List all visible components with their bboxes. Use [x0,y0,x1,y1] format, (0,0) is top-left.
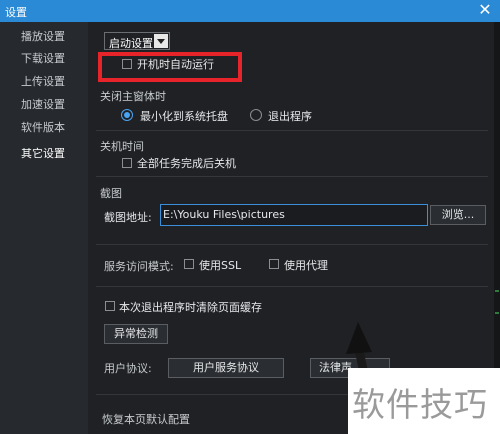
exit-radio[interactable] [250,109,262,121]
edge-marker [495,312,499,314]
sidebar-item-download[interactable]: 下载设置 [0,48,88,70]
clear-cache-label: 本次退出程序时清除页面缓存 [119,301,262,314]
screenshot-path-input[interactable]: E:\Youku Files\pictures [160,204,428,226]
shutdown-checkbox[interactable] [122,158,132,168]
sidebar-item-acceleration[interactable]: 加速设置 [0,94,88,116]
ssl-label: 使用SSL [199,259,242,272]
proxy-checkbox[interactable] [269,259,279,269]
sidebar: 播放设置 下载设置 上传设置 加速设置 软件版本 其它设置 [0,22,88,434]
proxy-label: 使用代理 [284,259,328,272]
highlight-box [98,52,242,82]
divider [96,286,488,287]
chevron-down-icon[interactable] [154,34,168,48]
divider [96,244,488,245]
browse-button[interactable]: 浏览... [430,205,486,225]
detect-button[interactable]: 异常检测 [104,324,168,344]
sidebar-item-playback[interactable]: 播放设置 [0,26,88,48]
agreement-label: 用户协议: [104,362,152,375]
watermark: 软件技巧 [348,368,500,434]
watermark-text: 软件技巧 [352,385,488,424]
sidebar-item-version[interactable]: 软件版本 [0,117,88,139]
ssl-checkbox[interactable] [184,259,194,269]
sidebar-item-upload[interactable]: 上传设置 [0,71,88,93]
minimize-label: 最小化到系统托盘 [140,110,228,123]
startup-dropdown[interactable]: 启动设置 [104,32,170,50]
service-mode-label: 服务访问模式: [104,260,174,273]
title-bar: 设置 ✕ [0,0,500,22]
startup-dropdown-value: 启动设置 [109,37,153,50]
window-title: 设置 [5,6,27,19]
shutdown-section-title: 关机时间 [100,140,144,153]
sidebar-item-other[interactable]: 其它设置 [0,143,88,165]
restore-defaults-link[interactable]: 恢复本页默认配置 [102,411,190,427]
edge-marker [495,290,499,292]
divider [96,130,488,131]
divider [96,176,488,177]
screenshot-address-label: 截图地址: [104,211,152,224]
shutdown-label: 全部任务完成后关机 [137,157,236,170]
screenshot-section-title: 截图 [100,187,122,200]
clear-cache-checkbox[interactable] [105,301,115,311]
minimize-radio[interactable] [121,109,133,121]
close-main-section-title: 关闭主窗体时 [100,90,166,103]
exit-label: 退出程序 [268,110,312,123]
close-icon[interactable]: ✕ [476,1,494,19]
